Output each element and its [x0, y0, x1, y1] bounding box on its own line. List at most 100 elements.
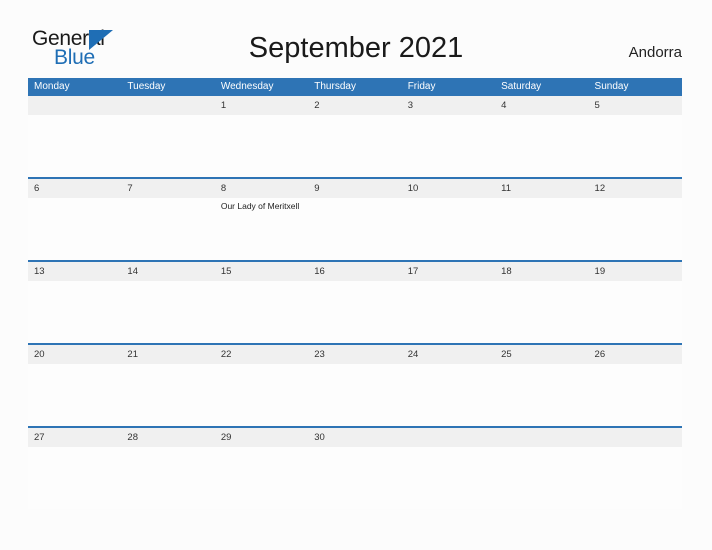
day-number: 6	[28, 179, 122, 198]
day-number: 7	[121, 179, 215, 198]
day-events	[589, 198, 682, 201]
weekday-header-thursday: Thursday	[314, 81, 356, 92]
day-cell[interactable]: 12	[588, 179, 682, 260]
day-cell[interactable]: 16	[308, 262, 402, 343]
day-cell[interactable]: 30	[308, 428, 402, 509]
weekday-header-friday: Friday	[407, 81, 436, 92]
day-number: 9	[308, 179, 402, 198]
day-cell[interactable]: 3	[401, 96, 496, 177]
day-events	[121, 115, 214, 118]
day-events: Our Lady of Meritxell	[215, 198, 308, 212]
day-events	[28, 198, 121, 201]
day-cell[interactable]: 20	[28, 345, 122, 426]
day-number: 11	[495, 179, 589, 198]
day-number: 13	[28, 262, 122, 281]
day-cell[interactable]: 27	[28, 428, 122, 509]
day-events	[215, 364, 308, 367]
day-events	[215, 115, 308, 118]
day-number	[495, 428, 589, 447]
day-number: 23	[308, 345, 402, 364]
day-events	[589, 447, 682, 450]
day-cell[interactable]: 18	[495, 262, 589, 343]
day-number: 3	[401, 96, 496, 115]
day-events	[28, 281, 121, 284]
day-cell[interactable]: 4	[495, 96, 589, 177]
day-events	[495, 447, 588, 450]
day-events	[589, 115, 682, 118]
day-number: 27	[28, 428, 122, 447]
day-cell[interactable]: 7	[121, 179, 215, 260]
day-number: 26	[588, 345, 682, 364]
day-cell[interactable]: 17	[401, 262, 496, 343]
weekday-header-sunday: Sunday	[594, 81, 629, 92]
day-cell[interactable]: 19	[588, 262, 682, 343]
day-events	[402, 281, 495, 284]
day-events	[28, 364, 121, 367]
day-cell[interactable]	[401, 428, 496, 509]
day-number	[588, 428, 682, 447]
day-events	[495, 198, 588, 201]
day-cell[interactable]: 5	[588, 96, 682, 177]
day-number	[121, 96, 215, 115]
day-cell[interactable]: 15	[214, 262, 309, 343]
day-cell[interactable]: 2	[308, 96, 402, 177]
week-row: 6 7 8 Our Lady of Meritxell 9 10 11 12	[28, 177, 682, 260]
day-cell[interactable]: 23	[308, 345, 402, 426]
week-row: 27 28 29 30	[28, 426, 682, 509]
day-cell[interactable]: 11	[495, 179, 589, 260]
day-events	[589, 364, 682, 367]
day-cell[interactable]: 28	[121, 428, 215, 509]
day-cell[interactable]	[28, 96, 122, 177]
day-cell[interactable]: 21	[121, 345, 215, 426]
day-events	[402, 115, 495, 118]
day-events	[589, 281, 682, 284]
day-cell[interactable]: 25	[495, 345, 589, 426]
day-cell[interactable]: 29	[214, 428, 309, 509]
day-number: 19	[588, 262, 682, 281]
day-number: 28	[121, 428, 215, 447]
day-number: 5	[588, 96, 682, 115]
day-cell[interactable]: 9	[308, 179, 402, 260]
day-events	[308, 447, 401, 450]
day-cell[interactable]: 1	[214, 96, 309, 177]
day-number: 1	[214, 96, 309, 115]
day-events	[402, 198, 495, 201]
day-number: 29	[214, 428, 309, 447]
day-cell[interactable]: 26	[588, 345, 682, 426]
day-number: 25	[495, 345, 589, 364]
day-cell[interactable]	[495, 428, 589, 509]
day-events	[121, 447, 214, 450]
day-number: 14	[121, 262, 215, 281]
day-cell[interactable]: 24	[401, 345, 496, 426]
day-events	[121, 281, 214, 284]
week-row: 13 14 15 16 17 18 19	[28, 260, 682, 343]
week-row: 1 2 3 4 5	[28, 96, 682, 177]
day-number: 21	[121, 345, 215, 364]
day-events	[215, 281, 308, 284]
day-cell[interactable]: 22	[214, 345, 309, 426]
day-events	[121, 364, 214, 367]
day-cell[interactable]: 13	[28, 262, 122, 343]
region-label: Andorra	[628, 44, 682, 61]
day-number: 22	[214, 345, 309, 364]
day-events	[495, 281, 588, 284]
day-number: 10	[401, 179, 496, 198]
day-events	[402, 364, 495, 367]
day-cell[interactable]	[121, 96, 215, 177]
day-number: 17	[401, 262, 496, 281]
day-number	[28, 96, 122, 115]
day-cell[interactable]: 8 Our Lady of Meritxell	[214, 179, 309, 260]
weekday-header-monday: Monday	[34, 81, 70, 92]
day-number: 20	[28, 345, 122, 364]
day-events	[495, 364, 588, 367]
day-events	[28, 115, 121, 118]
day-cell[interactable]: 10	[401, 179, 496, 260]
day-events	[308, 198, 401, 201]
day-events	[215, 447, 308, 450]
day-cell[interactable]: 6	[28, 179, 122, 260]
day-cell[interactable]	[588, 428, 682, 509]
day-cell[interactable]: 14	[121, 262, 215, 343]
weekday-header-tuesday: Tuesday	[127, 81, 166, 92]
day-events	[308, 281, 401, 284]
page-header: General Blue September 2021 Andorra	[0, 0, 712, 78]
